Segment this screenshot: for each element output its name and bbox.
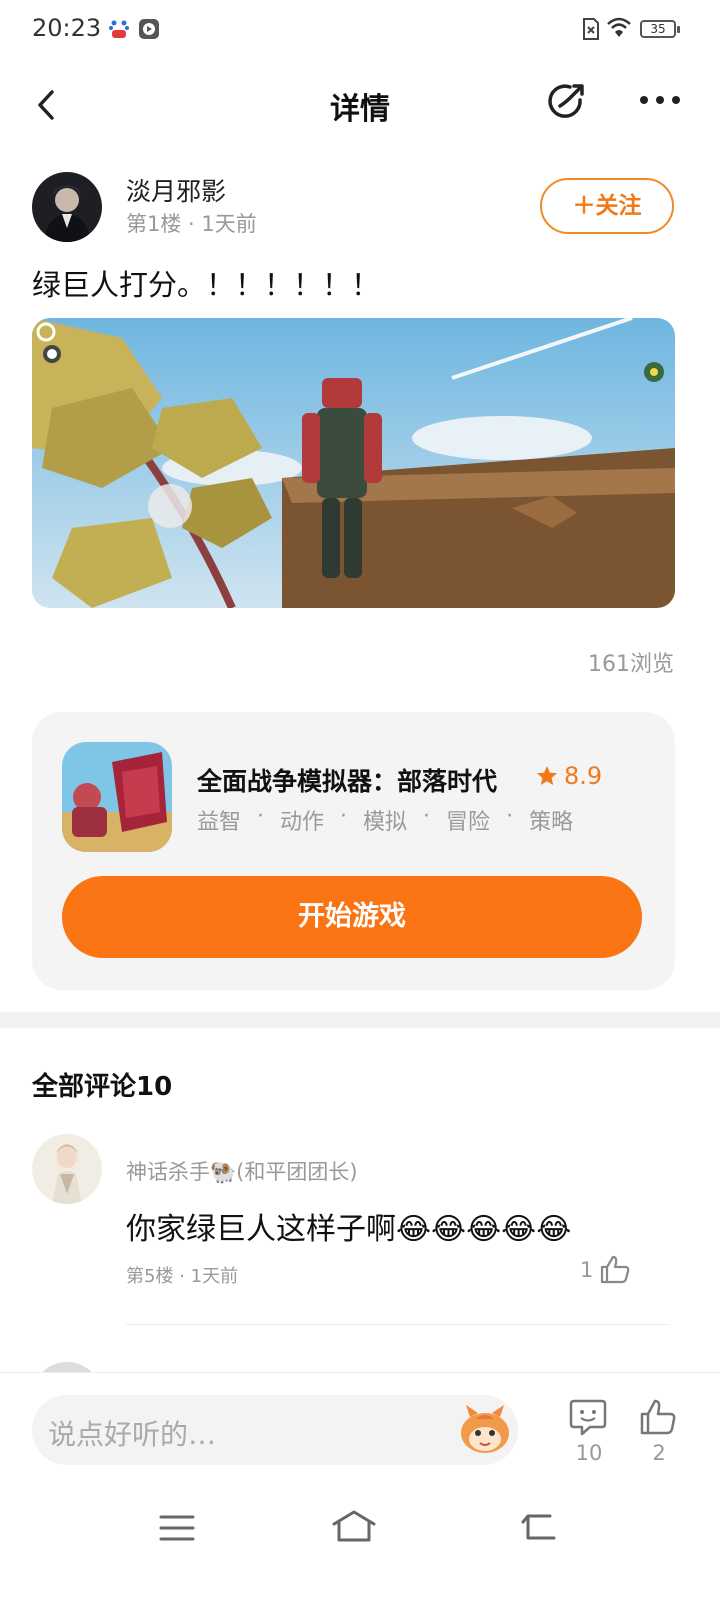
comment-like-count: 1	[580, 1258, 594, 1282]
menu-icon[interactable]	[158, 1512, 196, 1544]
media-app-icon	[139, 19, 159, 39]
game-name: 全面战争模拟器：部落时代	[197, 767, 498, 796]
author-name[interactable]: 淡月邪影	[126, 172, 226, 208]
star-icon	[537, 766, 557, 785]
thumbs-up-icon[interactable]	[638, 1397, 678, 1437]
game-tag: 冒险	[446, 810, 491, 835]
baidu-app-icon	[109, 20, 129, 38]
status-bar: 20:23 35	[0, 0, 720, 58]
game-tag: 策略	[529, 810, 574, 835]
comment-icon[interactable]	[568, 1397, 608, 1437]
thumbs-up-icon[interactable]	[598, 1254, 632, 1284]
commenter-avatar[interactable]	[32, 1134, 102, 1204]
wifi-icon	[607, 17, 631, 37]
start-game-button[interactable]: 开始游戏	[62, 876, 642, 958]
game-tags: 益智 · 动作 · 模拟 · 冒险 · 策略	[197, 804, 573, 836]
status-time: 20:23	[32, 14, 102, 42]
comment-text: 你家绿巨人这样子啊😂😂😂😂😂	[126, 1212, 572, 1247]
like-count: 2	[652, 1441, 666, 1465]
post-text: 绿巨人打分。！！！！！！	[32, 268, 381, 302]
system-nav-bar	[0, 1484, 720, 1600]
comments-title: 全部评论10	[32, 1072, 173, 1102]
game-tag: 模拟	[363, 810, 408, 835]
bottom-action-bar: 说点好听的… 10 2	[0, 1372, 720, 1482]
tag-separator: ·	[257, 804, 265, 829]
page-title: 详情	[330, 92, 390, 127]
battery-icon: 35	[640, 20, 680, 38]
follow-label: 关注	[595, 193, 642, 219]
post-image[interactable]	[32, 318, 675, 608]
more-dots-icon[interactable]	[636, 88, 684, 112]
no-sim-icon	[583, 18, 599, 40]
post-meta: 第1楼 · 1天前	[126, 212, 257, 236]
game-tag: 益智	[197, 810, 242, 835]
mascot-emoji-icon[interactable]	[456, 1403, 514, 1457]
comment-count: 10	[575, 1441, 603, 1465]
home-icon[interactable]	[330, 1508, 378, 1544]
game-tag: 动作	[280, 810, 325, 835]
game-card[interactable]: 全面战争模拟器：部落时代 8.9 益智 · 动作 · 模拟 · 冒险 · 策略 …	[32, 712, 675, 990]
game-icon[interactable]	[62, 742, 172, 852]
follow-button[interactable]: ＋关注	[540, 178, 674, 234]
header: 详情	[0, 70, 720, 142]
tag-separator: ·	[506, 804, 514, 829]
comment-input[interactable]: 说点好听的…	[32, 1395, 518, 1465]
view-count: 161浏览	[588, 652, 674, 677]
author-avatar[interactable]	[32, 172, 102, 242]
tag-separator: ·	[423, 804, 431, 829]
section-divider	[0, 1012, 720, 1028]
tag-separator: ·	[340, 804, 348, 829]
back-icon[interactable]	[520, 1510, 560, 1544]
comment-meta: 第5楼 · 1天前	[126, 1266, 239, 1287]
plus-icon: ＋	[572, 193, 596, 219]
share-icon[interactable]	[544, 80, 588, 124]
commenter-name[interactable]: 神话杀手🐏(和平团团长)	[126, 1156, 358, 1186]
back-arrow-icon[interactable]	[28, 80, 68, 130]
comment-input-placeholder: 说点好听的…	[48, 1418, 217, 1451]
comment-divider	[126, 1324, 670, 1325]
game-rating: 8.9	[564, 762, 603, 790]
